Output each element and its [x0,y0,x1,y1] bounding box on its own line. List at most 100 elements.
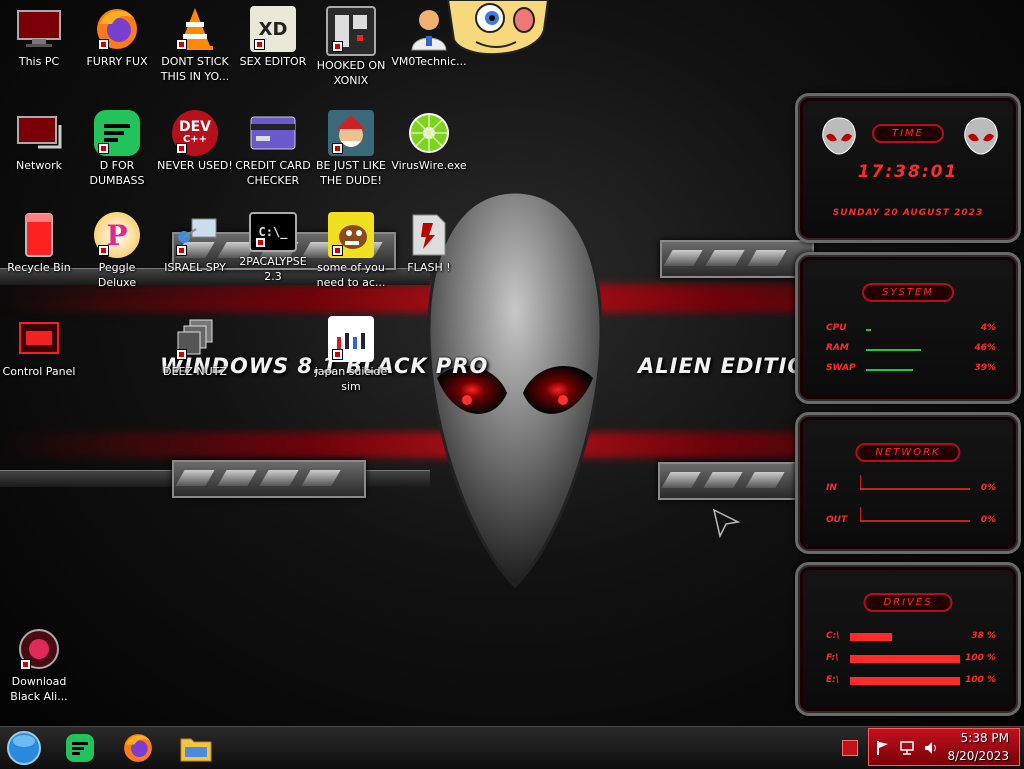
desktop-icon-dont-stick[interactable]: DONT STICK THIS IN YO... [156,6,234,84]
drives-widget: DRIVES C:\ 38 % F:\ 100 % E:\ 100 % [795,562,1021,716]
shortcut-arrow-icon [98,143,109,154]
system-row-ram: RAM 46% [826,343,996,353]
chat-lines-icon [66,734,94,762]
desktop-icon-download-black-alien[interactable]: Download Black Ali... [0,626,78,704]
taskbar-clock-time[interactable]: 5:38 PM [961,731,1009,745]
time-widget-clock: 17:38:01 [857,162,959,182]
shortcut-arrow-icon [98,39,109,50]
time-widget-title: TIME [871,124,945,143]
alien-head-icon [964,117,998,155]
elf-character-icon [328,110,374,156]
chat-lines-icon [94,110,140,156]
desktop-icon-recycle-bin[interactable]: Recycle Bin [0,212,78,275]
taskbar: 5:38 PM 8/20/2023 [0,726,1024,769]
system-row-cpu: CPU 4% [826,323,996,333]
time-widget-date: SUNDAY 20 AUGUST 2023 [832,208,984,218]
ram-meter [866,346,986,352]
shortcut-arrow-icon [332,349,343,360]
desktop-icon-be-just-like-the-dude[interactable]: BE JUST LIKE THE DUDE! [312,110,390,188]
network-computer-icon [172,212,218,258]
taskbar-app-file-explorer[interactable] [176,730,216,766]
vlc-cone-icon [172,6,218,52]
desktop-icon-sex-editor[interactable]: XD SEX EDITOR [234,6,312,69]
start-orb-icon [7,731,41,765]
drives-widget-title: DRIVES [863,593,953,612]
system-widget: SYSTEM CPU 4% RAM 46% SWAP 39% [795,252,1021,404]
peggle-p-icon: P [94,212,140,258]
cpu-meter [866,326,986,332]
desktop-icon-israel-spy[interactable]: ISRAEL SPY [156,212,234,275]
start-button[interactable] [4,730,44,766]
shortcut-arrow-icon [254,39,265,50]
tray-overflow-button[interactable] [836,730,864,766]
desktop-icon-2pacalypse[interactable]: C:\_ 2PACALYPSE 2.3 [234,212,312,284]
document-flash-icon [406,212,452,258]
alien-head-icon [822,117,856,155]
game-document-icon [328,316,374,362]
desktop-icon-viruswire[interactable]: VirusWire.exe [390,110,468,173]
dog-character-icon [328,212,374,258]
mouse-cursor-icon [712,508,740,538]
taskbar-app-lime[interactable] [60,730,100,766]
firefox-icon [124,734,152,762]
desktop-icon-never-used[interactable]: DEV C++ NEVER USED! [156,110,234,173]
wallpaper-vent [660,240,814,278]
xonix-game-icon [326,6,376,56]
time-widget: TIME 17:38:01 SUNDAY 20 AUGUST 2023 [795,93,1021,243]
desktop-icon-d-for-dumbass[interactable]: D FOR DUMBASS [78,110,156,188]
monitor-icon [16,6,62,52]
folder-icon [180,738,212,762]
desktop-icon-credit-card-checker[interactable]: CREDIT CARD CHECKER [234,110,312,188]
desktop-icon-some-of-you[interactable]: some of you need to ac... [312,212,390,290]
system-widget-title: SYSTEM [862,283,954,302]
hxd-editor-icon: XD [250,6,296,52]
system-tray: 5:38 PM 8/20/2023 [868,728,1020,766]
taskbar-app-firefox[interactable] [118,730,158,766]
shortcut-arrow-icon [332,41,343,52]
network-tray-icon[interactable] [899,740,915,756]
credit-card-icon [250,110,296,156]
action-center-flag-icon[interactable] [875,740,891,756]
volume-tray-icon[interactable] [923,740,939,756]
stacked-windows-icon [172,316,218,362]
network-row-in: IN 0% [826,475,996,497]
system-row-swap: SWAP 39% [826,363,996,373]
swap-meter [866,366,986,372]
shortcut-arrow-icon [176,39,187,50]
recycle-bin-icon [16,212,62,258]
network-widget: NETWORK IN 0% OUT 0% [795,412,1021,554]
command-prompt-icon: C:\_ [249,212,297,252]
shortcut-arrow-icon [176,349,187,360]
tray-app-icon [842,740,858,756]
network-row-out: OUT 0% [826,507,996,529]
shortcut-arrow-icon [332,143,343,154]
network-widget-title: NETWORK [855,443,961,462]
taskbar-clock-date[interactable]: 8/20/2023 [947,749,1009,763]
desktop-icon-peggle-deluxe[interactable]: P Peggle Deluxe [78,212,156,290]
desktop-icon-japan-suicide-sim[interactable]: japan suicide sim [312,316,390,394]
network-monitor-icon [16,110,62,156]
drive-row-c: C:\ 38 % [826,631,996,641]
firefox-icon [94,6,140,52]
drive-e-meter [850,677,960,685]
drive-f-meter [850,655,960,663]
shortcut-arrow-icon [332,245,343,256]
drive-c-meter [850,633,960,641]
network-in-graph [859,475,970,490]
desktop-icon-this-pc[interactable]: This PC [0,6,78,69]
desktop-icon-deez-nutz[interactable]: DEEZ NUTZ [156,316,234,379]
desktop-icon-hooked-on-xonix[interactable]: HOOKED ON XONIX [312,6,390,88]
desktop-icon-vm0technic[interactable]: VM0Technic... [390,6,468,69]
lime-disc-icon [406,110,452,156]
desktop-icon-control-panel[interactable]: Control Panel [0,316,78,379]
shortcut-arrow-icon [98,245,109,256]
shortcut-arrow-icon [20,659,31,670]
network-out-graph [859,507,970,522]
desktop-icon-flash[interactable]: FLASH ! [390,212,468,275]
desktop-icon-network[interactable]: Network [0,110,78,173]
technician-person-icon [406,6,452,52]
dev-cpp-icon: DEV C++ [172,110,218,156]
wallpaper-vent [658,462,812,500]
desktop-icon-furry-fux[interactable]: FURRY FUX [78,6,156,69]
shortcut-arrow-icon [176,245,187,256]
